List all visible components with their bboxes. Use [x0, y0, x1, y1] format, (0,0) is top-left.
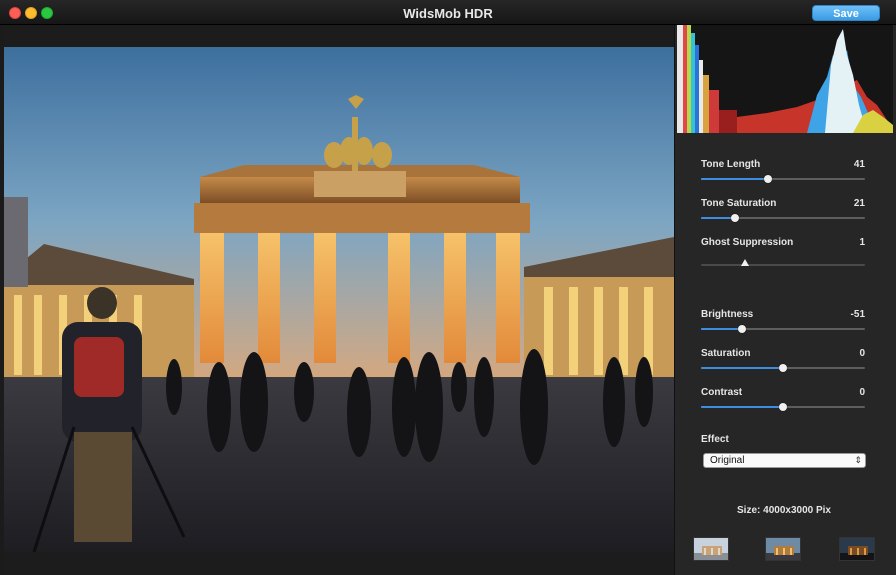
- brandenburg-gate-photo: [4, 47, 674, 552]
- brightness-slider[interactable]: [701, 325, 865, 333]
- saturation-slider[interactable]: [701, 364, 865, 372]
- contrast-slider[interactable]: [701, 403, 865, 411]
- contrast-value: 0: [859, 387, 865, 398]
- brightness-label: Brightness: [701, 309, 754, 320]
- histogram: [677, 25, 893, 133]
- ghost-suppression-label: Ghost Suppression: [701, 237, 794, 248]
- tone-length-label: Tone Length: [701, 159, 761, 170]
- contrast-label: Contrast: [701, 387, 743, 398]
- thumbnail-normal[interactable]: [765, 537, 801, 561]
- thumbnail-overexposed[interactable]: [839, 537, 875, 561]
- effect-label: Effect: [701, 434, 729, 445]
- tone-saturation-knob[interactable]: [731, 214, 740, 222]
- thumbnail-underexposed[interactable]: [693, 537, 729, 561]
- select-arrows-icon: ⇕: [854, 455, 862, 465]
- thumbnail-image: [766, 538, 800, 560]
- ghost-suppression-knob[interactable]: [741, 259, 750, 266]
- effect-select[interactable]: Original ⇕: [703, 453, 866, 468]
- histogram-chart: [677, 25, 893, 133]
- app-window: WidsMob HDR Save Tone Length 41 Tone Sat…: [0, 0, 896, 575]
- tone-length-fill: [701, 178, 769, 180]
- image-size-info: Size: 4000x3000 Pix: [737, 505, 831, 516]
- brightness-value: -51: [850, 309, 865, 320]
- tone-saturation-slider[interactable]: [701, 214, 865, 222]
- saturation-label: Saturation: [701, 348, 751, 359]
- ghost-suppression-slider[interactable]: [701, 259, 865, 266]
- brightness-fill: [701, 328, 742, 330]
- saturation-knob[interactable]: [779, 364, 787, 372]
- photo-preview[interactable]: [4, 47, 674, 552]
- adjustment-panel: Tone Length 41 Tone Saturation 21 Ghost …: [674, 25, 896, 575]
- save-button[interactable]: Save: [812, 5, 880, 21]
- image-bottom-bar: [4, 552, 674, 575]
- contrast-knob[interactable]: [779, 403, 787, 411]
- tone-length-value: 41: [853, 159, 865, 170]
- effect-selected-value: Original: [710, 455, 745, 466]
- tone-saturation-fill: [701, 217, 736, 219]
- thumbnail-image: [694, 538, 728, 560]
- image-top-bar: [4, 25, 674, 47]
- tone-saturation-value: 21: [853, 198, 865, 209]
- saturation-value: 0: [859, 348, 865, 359]
- tone-saturation-label: Tone Saturation: [701, 198, 777, 209]
- tone-length-slider[interactable]: [701, 175, 865, 183]
- saturation-fill: [701, 367, 783, 369]
- brightness-knob[interactable]: [738, 325, 746, 333]
- tone-length-knob[interactable]: [764, 175, 773, 183]
- ghost-suppression-value: 1: [859, 237, 865, 248]
- thumbnail-image: [840, 538, 874, 560]
- title-bar: WidsMob HDR Save: [0, 0, 896, 25]
- contrast-fill: [701, 406, 783, 408]
- window-title: WidsMob HDR: [403, 6, 493, 21]
